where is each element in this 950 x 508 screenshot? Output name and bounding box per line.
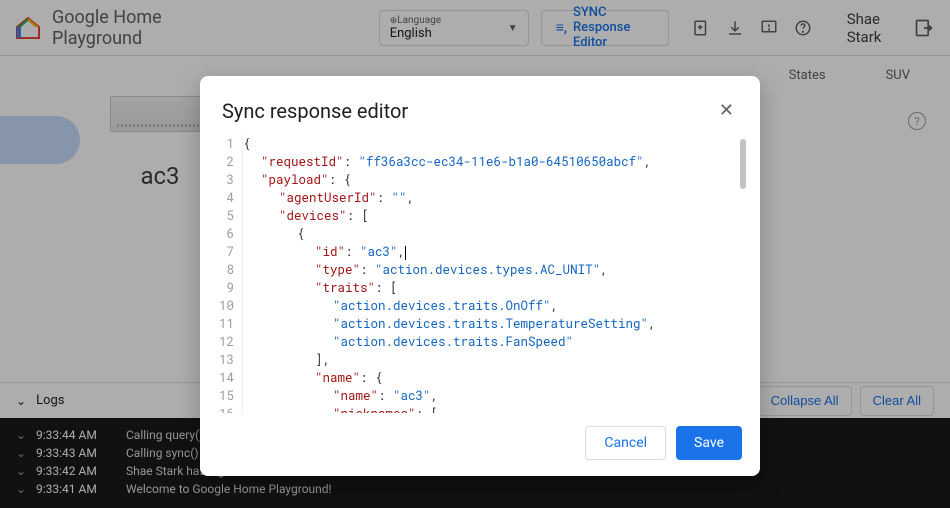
text-cursor xyxy=(405,246,406,260)
logs-title: Logs xyxy=(36,393,64,408)
chevron-down-icon: ⌄ xyxy=(16,428,26,442)
ac-unit-icon xyxy=(110,96,210,132)
tabs-row: States SUV xyxy=(749,56,950,95)
log-entry[interactable]: ⌄9:33:41 AMWelcome to Google Home Playgr… xyxy=(16,480,934,498)
selected-device-indicator xyxy=(0,116,80,164)
language-label: ⊕Language xyxy=(390,15,500,26)
tab-states[interactable]: States xyxy=(789,68,826,83)
user-name: Shae Stark xyxy=(847,10,894,46)
modal-footer: Cancel Save xyxy=(200,413,760,476)
header-icons xyxy=(691,18,813,38)
help-icon[interactable] xyxy=(793,18,813,38)
add-note-icon[interactable] xyxy=(691,18,711,38)
app-title: Google Home Playground xyxy=(52,7,187,49)
language-value: English xyxy=(390,26,500,41)
language-select[interactable]: ⊕Language English ▼ xyxy=(379,10,529,46)
chevron-down-icon[interactable]: ⌄ xyxy=(16,394,26,408)
close-icon[interactable]: ✕ xyxy=(715,96,738,125)
device-name-label: ac3 xyxy=(140,162,179,190)
context-help-icon[interactable]: ? xyxy=(908,112,926,130)
clear-all-button[interactable]: Clear All xyxy=(860,386,934,416)
code-area[interactable]: { "requestId": "ff36a3cc-ec34-11e6-b1a0-… xyxy=(242,135,750,413)
feedback-icon[interactable] xyxy=(759,18,779,38)
list-icon: ≡, xyxy=(556,19,567,36)
modal-header: Sync response editor ✕ xyxy=(200,76,760,135)
sync-response-editor-modal: Sync response editor ✕ 12345678 91011121… xyxy=(200,76,760,476)
modal-title: Sync response editor xyxy=(222,99,408,123)
device-card[interactable]: ac3 xyxy=(110,96,210,190)
app-header: Google Home Playground ⊕Language English… xyxy=(0,0,950,56)
line-gutter: 12345678 910111213141516 xyxy=(210,135,242,413)
chevron-down-icon: ▼ xyxy=(508,23,518,34)
sign-out-icon[interactable] xyxy=(914,18,934,38)
save-button[interactable]: Save xyxy=(676,426,742,460)
google-home-logo-icon xyxy=(16,17,40,39)
json-editor[interactable]: 12345678 910111213141516 { "requestId": … xyxy=(200,135,760,413)
cancel-button[interactable]: Cancel xyxy=(585,426,666,460)
chevron-down-icon: ⌄ xyxy=(16,464,26,478)
download-icon[interactable] xyxy=(725,18,745,38)
sync-response-editor-button[interactable]: ≡, SYNC Response Editor xyxy=(541,10,669,46)
collapse-all-button[interactable]: Collapse All xyxy=(758,386,852,416)
chevron-down-icon: ⌄ xyxy=(16,446,26,460)
chevron-down-icon: ⌄ xyxy=(16,482,26,496)
tab-suv[interactable]: SUV xyxy=(886,68,910,83)
